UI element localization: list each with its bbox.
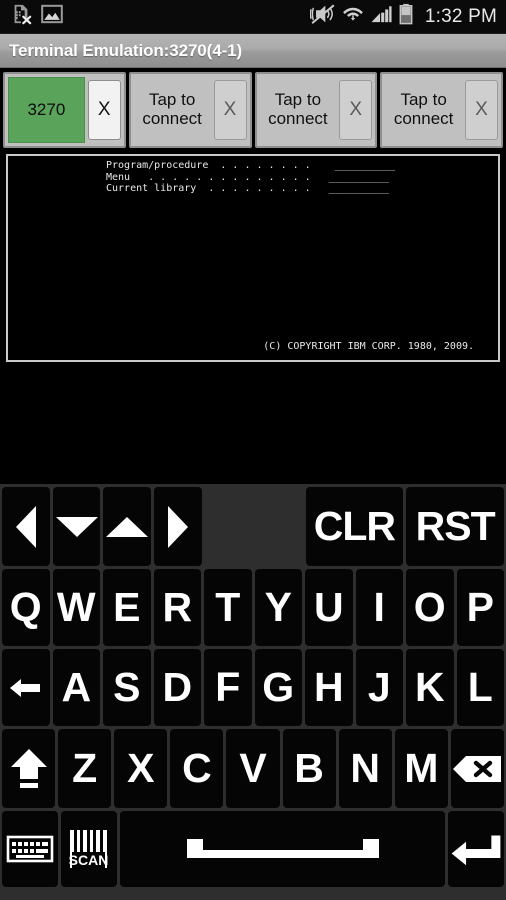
battery-icon xyxy=(398,3,414,30)
terminal-copyright: (C) COPYRIGHT IBM CORP. 1980, 2009. xyxy=(263,341,474,352)
terminal-screen[interactable]: Program/procedure . . . . . . . . ______… xyxy=(6,154,500,362)
key-e[interactable]: E xyxy=(103,569,151,646)
rst-key[interactable]: RST xyxy=(406,487,504,566)
terminal-screen-container: Program/procedure . . . . . . . . ______… xyxy=(0,154,506,362)
key-m[interactable]: M xyxy=(394,729,448,808)
shift-up-arrow-icon xyxy=(10,748,47,788)
key-f[interactable]: F xyxy=(204,649,252,726)
terminal-text: Program/procedure . . . . . . . . ______… xyxy=(106,160,395,194)
key-x[interactable]: X xyxy=(114,729,168,808)
key-w[interactable]: W xyxy=(52,569,100,646)
session-tab-4[interactable]: Tap to connect X xyxy=(380,72,503,148)
signal-bars-icon xyxy=(370,4,392,29)
keyboard-row-qwerty: Q W E R T Y U I O P xyxy=(0,569,506,649)
arrow-up-key[interactable] xyxy=(103,487,152,566)
enter-key[interactable] xyxy=(448,811,504,887)
key-u[interactable]: U xyxy=(305,569,353,646)
image-icon xyxy=(41,4,63,29)
keyboard-row-function: CLR RST xyxy=(0,487,506,569)
sim-card-error-icon xyxy=(10,3,32,30)
arrow-left-key[interactable] xyxy=(2,487,50,566)
key-n[interactable]: N xyxy=(338,729,392,808)
backspace-key[interactable] xyxy=(450,729,504,808)
session-tab-1[interactable]: 3270 X xyxy=(3,72,126,148)
backspace-icon xyxy=(453,755,502,782)
key-z[interactable]: Z xyxy=(58,729,112,808)
status-bar-left-icons xyxy=(0,3,63,30)
session-tab-1-close-button[interactable]: X xyxy=(87,80,121,140)
key-v[interactable]: V xyxy=(226,729,280,808)
scan-key-label: SCAN xyxy=(69,852,109,868)
session-tab-4-label[interactable]: Tap to connect xyxy=(385,77,462,143)
space-key[interactable] xyxy=(120,811,445,887)
keyboard-spacer xyxy=(204,487,303,566)
tab-left-arrow-icon xyxy=(9,678,40,697)
session-tab-4-close-button[interactable]: X xyxy=(465,80,498,140)
key-s[interactable]: S xyxy=(103,649,151,726)
key-a[interactable]: A xyxy=(52,649,100,726)
app-title-bar: Terminal Emulation:3270(4-1) xyxy=(0,34,506,68)
arrow-up-icon xyxy=(106,516,149,537)
session-tab-bar: 3270 X Tap to connect X Tap to connect X… xyxy=(0,68,506,154)
status-bar-right-icons: 1:32 PM xyxy=(309,3,506,30)
keyboard-row-zxcv: Z X C V B N M xyxy=(0,729,506,811)
barcode-scan-icon: SCAN xyxy=(69,830,109,868)
key-d[interactable]: D xyxy=(153,649,201,726)
status-bar: 1:32 PM xyxy=(0,0,506,34)
keyboard-row-bottom: SCAN xyxy=(0,811,506,889)
keyboard-row-asdf: A S D F G H J K L xyxy=(0,649,506,729)
tab-key[interactable] xyxy=(2,649,50,726)
on-screen-keyboard: CLR RST Q W E R T Y U I O P A S D F G H … xyxy=(0,484,506,900)
arrow-down-key[interactable] xyxy=(52,487,101,566)
shift-key[interactable] xyxy=(2,729,56,808)
key-r[interactable]: R xyxy=(153,569,201,646)
keyboard-icon xyxy=(6,835,54,863)
key-k[interactable]: K xyxy=(406,649,454,726)
key-q[interactable]: Q xyxy=(2,569,50,646)
key-i[interactable]: I xyxy=(355,569,403,646)
enter-return-icon xyxy=(451,835,501,866)
arrow-right-key[interactable] xyxy=(154,487,202,566)
status-bar-clock: 1:32 PM xyxy=(424,5,497,27)
key-g[interactable]: G xyxy=(254,649,302,726)
mute-vibrate-icon xyxy=(309,3,336,30)
session-tab-2-label[interactable]: Tap to connect xyxy=(134,77,211,143)
arrow-right-icon xyxy=(167,505,188,548)
key-l[interactable]: L xyxy=(456,649,504,726)
empty-area xyxy=(0,362,506,484)
key-o[interactable]: O xyxy=(406,569,454,646)
session-tab-2[interactable]: Tap to connect X xyxy=(128,72,252,148)
session-tab-3-label[interactable]: Tap to connect xyxy=(260,77,337,143)
key-t[interactable]: T xyxy=(204,569,252,646)
key-h[interactable]: H xyxy=(305,649,353,726)
session-tab-1-label[interactable]: 3270 xyxy=(8,77,85,143)
show-keyboard-key[interactable] xyxy=(2,811,58,887)
key-b[interactable]: B xyxy=(282,729,336,808)
key-c[interactable]: C xyxy=(170,729,224,808)
spacebar-icon xyxy=(186,839,379,858)
page-title: Terminal Emulation:3270(4-1) xyxy=(9,40,243,60)
clr-key[interactable]: CLR xyxy=(305,487,404,566)
key-p[interactable]: P xyxy=(456,569,504,646)
arrow-down-icon xyxy=(55,516,98,537)
key-j[interactable]: J xyxy=(355,649,403,726)
wifi-icon xyxy=(342,3,364,30)
arrow-left-icon xyxy=(15,505,36,548)
session-tab-2-close-button[interactable]: X xyxy=(213,80,247,140)
scan-key[interactable]: SCAN xyxy=(61,811,117,887)
key-y[interactable]: Y xyxy=(254,569,302,646)
session-tab-3-close-button[interactable]: X xyxy=(339,80,373,140)
session-tab-3[interactable]: Tap to connect X xyxy=(254,72,378,148)
